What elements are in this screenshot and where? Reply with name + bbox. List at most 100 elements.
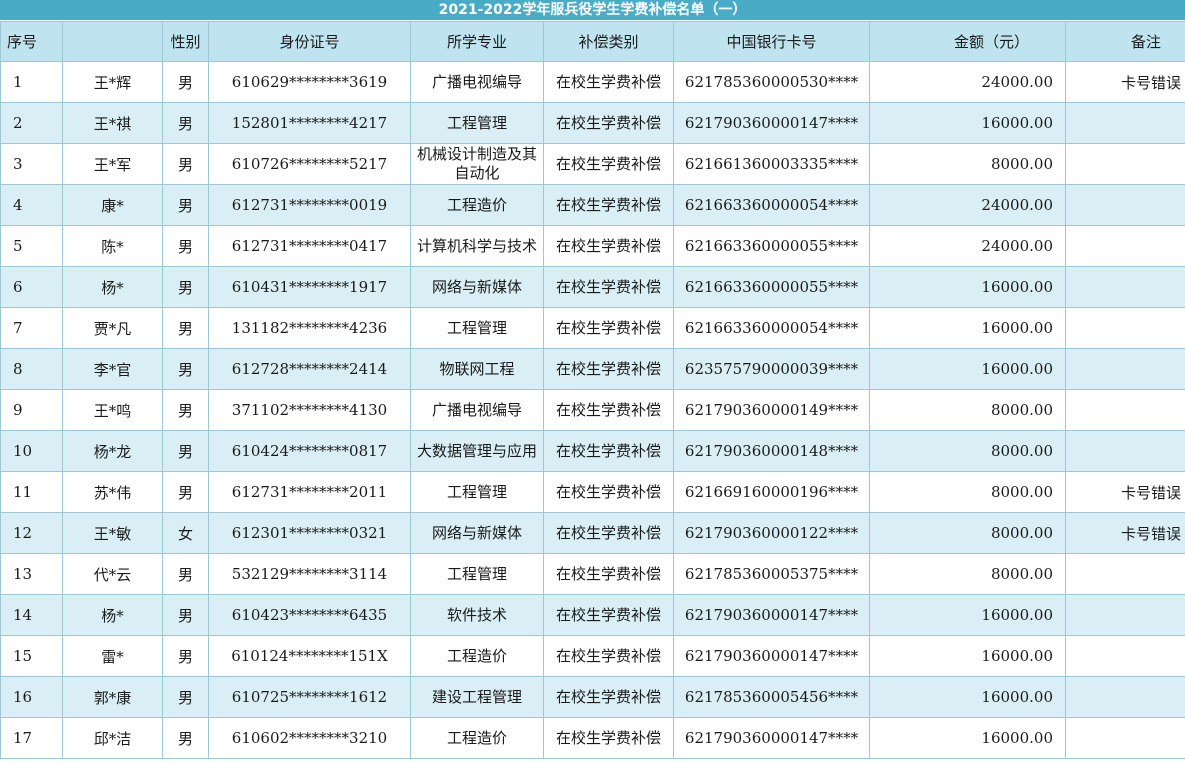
cell-type[interactable]: 在校生学费补偿 xyxy=(543,61,674,103)
cell-type[interactable]: 在校生学费补偿 xyxy=(543,676,674,718)
cell-note[interactable] xyxy=(1065,676,1185,718)
cell-type[interactable]: 在校生学费补偿 xyxy=(543,594,674,636)
cell-note[interactable] xyxy=(1065,594,1185,636)
cell-sex[interactable]: 男 xyxy=(162,471,209,513)
cell-name[interactable]: 王*祺 xyxy=(62,102,163,144)
cell-id[interactable]: 610602********3210 xyxy=(208,717,411,759)
cell-name[interactable]: 康* xyxy=(62,184,163,226)
cell-card[interactable]: 621790360000147**** xyxy=(673,717,870,759)
cell-card[interactable]: 621661360003335**** xyxy=(673,143,870,185)
cell-amount[interactable]: 16000.00 xyxy=(869,717,1066,759)
cell-name[interactable]: 贾*凡 xyxy=(62,307,163,349)
cell-name[interactable]: 雷* xyxy=(62,635,163,677)
cell-amount[interactable]: 16000.00 xyxy=(869,102,1066,144)
cell-id[interactable]: 152801********4217 xyxy=(208,102,411,144)
cell-id[interactable]: 610124********151X xyxy=(208,635,411,677)
cell-major[interactable]: 工程管理 xyxy=(410,307,544,349)
cell-note[interactable] xyxy=(1065,348,1185,390)
cell-note[interactable] xyxy=(1065,307,1185,349)
cell-note[interactable] xyxy=(1065,184,1185,226)
cell-type[interactable]: 在校生学费补偿 xyxy=(543,512,674,554)
cell-id[interactable]: 371102********4130 xyxy=(208,389,411,431)
cell-type[interactable]: 在校生学费补偿 xyxy=(543,389,674,431)
cell-major[interactable]: 软件技术 xyxy=(410,594,544,636)
cell-id[interactable]: 131182********4236 xyxy=(208,307,411,349)
cell-id[interactable]: 612731********2011 xyxy=(208,471,411,513)
cell-sex[interactable]: 男 xyxy=(162,307,209,349)
cell-card[interactable]: 621785360005375**** xyxy=(673,553,870,595)
cell-amount[interactable]: 8000.00 xyxy=(869,143,1066,185)
cell-sex[interactable]: 男 xyxy=(162,553,209,595)
cell-no[interactable]: 2 xyxy=(0,102,63,144)
cell-id[interactable]: 612728********2414 xyxy=(208,348,411,390)
cell-id[interactable]: 610629********3619 xyxy=(208,61,411,103)
cell-card[interactable]: 621663360000054**** xyxy=(673,184,870,226)
cell-card[interactable]: 621785360005456**** xyxy=(673,676,870,718)
cell-amount[interactable]: 8000.00 xyxy=(869,512,1066,554)
cell-major[interactable]: 计算机科学与技术 xyxy=(410,225,544,267)
cell-amount[interactable]: 16000.00 xyxy=(869,348,1066,390)
cell-amount[interactable]: 8000.00 xyxy=(869,389,1066,431)
cell-note[interactable]: 卡号错误 xyxy=(1065,512,1185,554)
cell-no[interactable]: 13 xyxy=(0,553,63,595)
cell-no[interactable]: 12 xyxy=(0,512,63,554)
cell-id[interactable]: 612731********0417 xyxy=(208,225,411,267)
cell-card[interactable]: 621790360000147**** xyxy=(673,594,870,636)
cell-sex[interactable]: 男 xyxy=(162,266,209,308)
cell-major[interactable]: 工程造价 xyxy=(410,717,544,759)
cell-name[interactable]: 代*云 xyxy=(62,553,163,595)
cell-id[interactable]: 532129********3114 xyxy=(208,553,411,595)
cell-no[interactable]: 14 xyxy=(0,594,63,636)
cell-no[interactable]: 16 xyxy=(0,676,63,718)
cell-no[interactable]: 10 xyxy=(0,430,63,472)
cell-sex[interactable]: 女 xyxy=(162,512,209,554)
cell-sex[interactable]: 男 xyxy=(162,225,209,267)
cell-major[interactable]: 工程管理 xyxy=(410,102,544,144)
cell-amount[interactable]: 8000.00 xyxy=(869,553,1066,595)
cell-name[interactable]: 邱*洁 xyxy=(62,717,163,759)
cell-card[interactable]: 621663360000055**** xyxy=(673,225,870,267)
cell-major[interactable]: 物联网工程 xyxy=(410,348,544,390)
cell-major[interactable]: 广播电视编导 xyxy=(410,389,544,431)
cell-sex[interactable]: 男 xyxy=(162,143,209,185)
cell-name[interactable]: 郭*康 xyxy=(62,676,163,718)
cell-id[interactable]: 612301********0321 xyxy=(208,512,411,554)
cell-amount[interactable]: 24000.00 xyxy=(869,61,1066,103)
cell-note[interactable] xyxy=(1065,635,1185,677)
cell-sex[interactable]: 男 xyxy=(162,676,209,718)
cell-id[interactable]: 610431********1917 xyxy=(208,266,411,308)
cell-card[interactable]: 621790360000147**** xyxy=(673,635,870,677)
cell-id[interactable]: 610423********6435 xyxy=(208,594,411,636)
cell-name[interactable]: 陈* xyxy=(62,225,163,267)
cell-id[interactable]: 610726********5217 xyxy=(208,143,411,185)
cell-card[interactable]: 621663360000055**** xyxy=(673,266,870,308)
cell-card[interactable]: 623575790000039**** xyxy=(673,348,870,390)
cell-no[interactable]: 8 xyxy=(0,348,63,390)
cell-type[interactable]: 在校生学费补偿 xyxy=(543,471,674,513)
cell-no[interactable]: 9 xyxy=(0,389,63,431)
cell-type[interactable]: 在校生学费补偿 xyxy=(543,184,674,226)
cell-no[interactable]: 1 xyxy=(0,61,63,103)
cell-major[interactable]: 工程造价 xyxy=(410,184,544,226)
cell-no[interactable]: 15 xyxy=(0,635,63,677)
cell-card[interactable]: 621790360000149**** xyxy=(673,389,870,431)
cell-name[interactable]: 王*鸣 xyxy=(62,389,163,431)
cell-name[interactable]: 杨* xyxy=(62,594,163,636)
cell-type[interactable]: 在校生学费补偿 xyxy=(543,553,674,595)
cell-card[interactable]: 621790360000148**** xyxy=(673,430,870,472)
cell-amount[interactable]: 8000.00 xyxy=(869,471,1066,513)
cell-no[interactable]: 3 xyxy=(0,143,63,185)
cell-type[interactable]: 在校生学费补偿 xyxy=(543,225,674,267)
cell-type[interactable]: 在校生学费补偿 xyxy=(543,143,674,185)
cell-name[interactable]: 苏*伟 xyxy=(62,471,163,513)
cell-note[interactable] xyxy=(1065,102,1185,144)
cell-type[interactable]: 在校生学费补偿 xyxy=(543,430,674,472)
cell-card[interactable]: 621663360000054**** xyxy=(673,307,870,349)
cell-no[interactable]: 17 xyxy=(0,717,63,759)
cell-id[interactable]: 612731********0019 xyxy=(208,184,411,226)
cell-major[interactable]: 建设工程管理 xyxy=(410,676,544,718)
cell-amount[interactable]: 16000.00 xyxy=(869,594,1066,636)
cell-note[interactable] xyxy=(1065,553,1185,595)
cell-card[interactable]: 621785360000530**** xyxy=(673,61,870,103)
cell-sex[interactable]: 男 xyxy=(162,430,209,472)
